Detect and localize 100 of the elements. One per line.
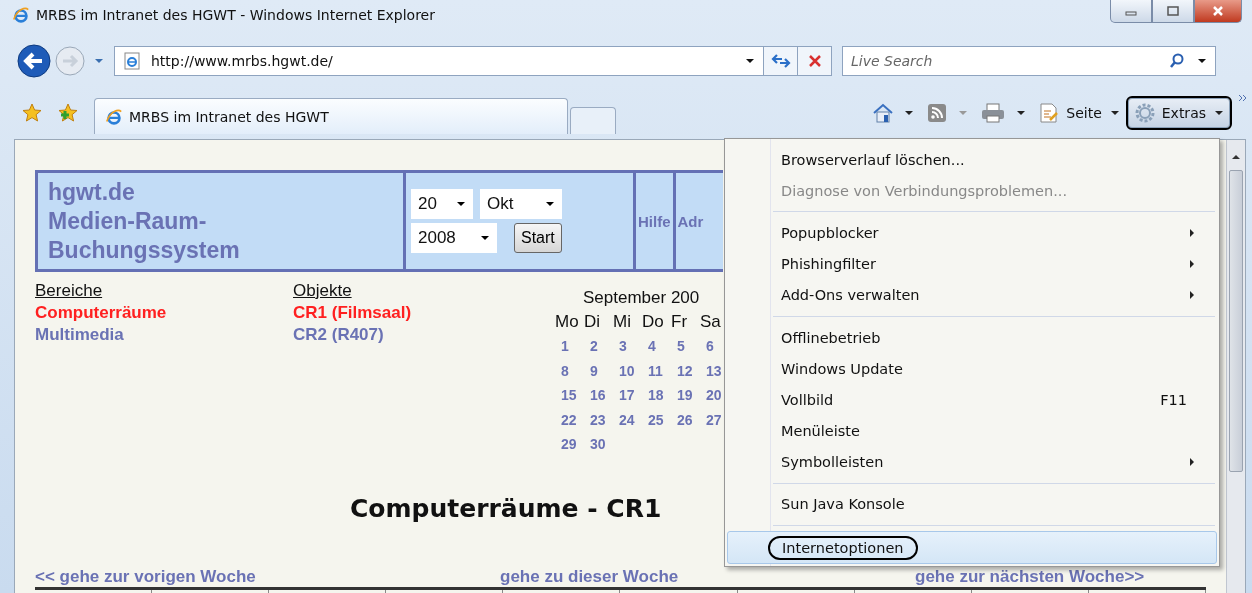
calendar-day[interactable]: 16 <box>590 383 619 408</box>
calendar-day[interactable]: 30 <box>590 432 619 457</box>
weekday-label: Do <box>642 311 665 333</box>
calendar-day[interactable]: 12 <box>677 358 706 383</box>
menu-item[interactable]: Symbolleisten <box>727 446 1217 478</box>
close-icon <box>1211 6 1225 16</box>
page-edit-icon <box>1038 102 1061 124</box>
calendar-day[interactable]: 2 <box>590 334 619 359</box>
tools-menu-button[interactable]: Extras <box>1125 96 1232 130</box>
gear-icon <box>1133 102 1156 124</box>
feed-icon[interactable] <box>926 102 949 124</box>
stop-button[interactable] <box>798 46 832 76</box>
month-select[interactable]: Okt <box>480 189 562 219</box>
weekday-label: Di <box>584 311 602 333</box>
refresh-button[interactable] <box>764 46 798 76</box>
caret-icon[interactable] <box>904 110 915 116</box>
menu-item[interactable]: Windows Update <box>727 353 1217 385</box>
menu-item[interactable]: Internetoptionen <box>727 531 1217 565</box>
calendar-day[interactable]: 9 <box>590 358 619 383</box>
calendar-day[interactable]: 5 <box>677 334 706 359</box>
menu-item[interactable]: Browserverlauf löschen... <box>727 144 1217 176</box>
calendar-day[interactable]: 18 <box>648 383 677 408</box>
back-button[interactable] <box>16 43 52 79</box>
weekday-label: Sa <box>700 311 722 333</box>
caret-icon <box>1109 110 1120 116</box>
calendar-day[interactable]: 19 <box>677 383 706 408</box>
window-title: MRBS im Intranet des HGWT - Windows Internet Explorer <box>36 7 435 23</box>
maximize-icon <box>1166 6 1180 16</box>
search-icon[interactable] <box>1169 53 1185 69</box>
calendar-day[interactable]: 25 <box>648 407 677 432</box>
menu-item[interactable]: Sun Java Konsole <box>727 488 1217 521</box>
caret-icon[interactable] <box>1016 110 1027 116</box>
page-heading: Computerräume - CR1 <box>350 493 662 525</box>
calendar-day[interactable]: 17 <box>619 383 648 408</box>
page-menu-label: Seite <box>1066 105 1102 121</box>
weekday-label: Mo <box>555 311 580 333</box>
minimize-button[interactable] <box>1110 0 1152 23</box>
column-heading: Bereiche <box>35 280 104 302</box>
area-link[interactable]: Multimedia <box>35 324 293 346</box>
day-select[interactable]: 20 <box>411 189 473 219</box>
caret-icon <box>545 201 555 207</box>
printer-icon[interactable] <box>980 102 1007 124</box>
caret-icon <box>456 201 466 207</box>
year-select[interactable]: 2008 <box>411 223 497 253</box>
menu-item[interactable]: Add-Ons verwalten <box>727 279 1217 311</box>
calendar-day[interactable]: 8 <box>561 358 590 383</box>
weekday-label: Mi <box>613 311 632 333</box>
menu-item[interactable]: Offlinebetrieb <box>727 321 1217 354</box>
close-button[interactable] <box>1194 0 1242 23</box>
menu-item[interactable]: Phishingfilter <box>727 248 1217 280</box>
home-icon[interactable] <box>872 102 895 124</box>
calendar-day[interactable]: 15 <box>561 383 590 408</box>
scroll-thumb[interactable] <box>1229 170 1243 472</box>
calendar-day[interactable]: 4 <box>648 334 677 359</box>
room-link[interactable]: CR2 (R407) <box>293 324 555 346</box>
menu-item[interactable]: Popupblocker <box>727 217 1217 249</box>
weekday-label: Fr <box>671 311 689 333</box>
browser-tab[interactable]: MRBS im Intranet des HGWT <box>94 98 568 134</box>
page-menu-button[interactable]: Seite <box>1038 102 1126 124</box>
week-link[interactable]: gehe zu dieser Woche <box>500 568 915 586</box>
calendar-day[interactable]: 24 <box>619 407 648 432</box>
tools-menu-label: Extras <box>1161 105 1206 121</box>
browser-logo-icon <box>105 107 123 126</box>
maximize-button[interactable] <box>1152 0 1194 23</box>
week-link[interactable]: gehe zur nächsten Woche>> <box>915 568 1145 586</box>
calendar-month: September 200 <box>583 287 701 309</box>
caret-icon <box>480 235 490 241</box>
menu-item[interactable]: Vollbild F11 <box>727 384 1217 416</box>
site-title: hgwt.de Medien-Raum- Buchungssystem <box>48 177 240 265</box>
calendar-day[interactable]: 1 <box>561 334 590 359</box>
calendar-day[interactable]: 26 <box>677 407 706 432</box>
refresh-icon <box>770 53 791 69</box>
calendar-day[interactable]: 3 <box>619 334 648 359</box>
search-field[interactable]: Live Search <box>842 46 1216 76</box>
favorites-star-icon[interactable] <box>22 103 42 123</box>
scroll-up-icon[interactable] <box>1231 154 1241 160</box>
header-link[interactable]: Adr <box>677 212 704 230</box>
column-heading: Objekte <box>293 280 353 302</box>
browser-logo-icon <box>12 6 30 24</box>
calendar-day[interactable]: 23 <box>590 407 619 432</box>
add-favorite-icon[interactable] <box>58 103 78 123</box>
page-icon <box>123 52 141 70</box>
caret-icon[interactable] <box>745 58 755 64</box>
address-field[interactable]: http://www.mrbs.hgwt.de/ <box>114 46 764 76</box>
week-link[interactable]: << gehe zur vorigen Woche <box>35 568 500 586</box>
close-icon <box>807 54 822 68</box>
menu-item[interactable]: Menüleiste <box>727 415 1217 447</box>
caret-icon[interactable] <box>1197 58 1207 64</box>
calendar-day[interactable]: 10 <box>619 358 648 383</box>
dropdown-caret-icon[interactable] <box>94 58 104 64</box>
calendar-day[interactable]: 11 <box>648 358 677 383</box>
header-link[interactable]: Hilfe <box>638 212 671 230</box>
room-link[interactable]: CR1 (Filmsaal) <box>293 302 555 324</box>
calendar-day[interactable]: 22 <box>561 407 590 432</box>
start-button[interactable]: Start <box>514 223 562 253</box>
chevron-icon[interactable] <box>1238 94 1248 102</box>
calendar-day[interactable]: 29 <box>561 432 590 457</box>
area-link[interactable]: Computerräume <box>35 302 293 324</box>
scrollbar[interactable] <box>1226 140 1245 593</box>
caret-icon <box>1214 110 1224 116</box>
